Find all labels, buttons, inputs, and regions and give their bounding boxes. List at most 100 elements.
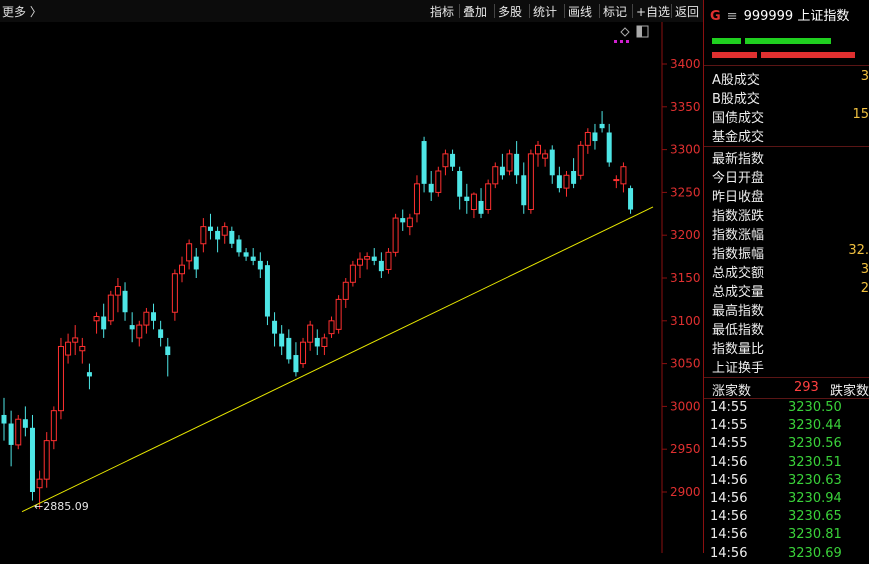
toolbar-button-2[interactable]: 多股 — [498, 3, 522, 20]
candle-body-down — [628, 188, 634, 210]
tick-price: 3230.56 — [788, 436, 842, 452]
candle-body-up — [584, 131, 591, 146]
low-price-annotation: ←2885.09 — [34, 500, 89, 513]
toolbar-separator — [494, 4, 495, 18]
row-label: 昨日收盘 — [712, 190, 765, 205]
row-label: 指数量比 — [712, 342, 765, 357]
toolbar-button-0[interactable]: 指标 — [430, 3, 454, 20]
g-badge[interactable]: G — [710, 9, 721, 24]
chart-toolbar: 更多 〉 指标 叠加 多股 统计 画线 标记 +自选 返回 — [0, 0, 703, 22]
candle-body-up — [535, 144, 541, 155]
candle-body-up — [435, 170, 442, 193]
trendline — [21, 206, 654, 513]
tick-price: 3230.94 — [788, 491, 842, 506]
candle-body-down — [215, 230, 221, 240]
row-label: 指数振幅 — [712, 247, 765, 262]
candle-body-up — [442, 153, 449, 168]
index-row: 上证换手 — [712, 357, 869, 376]
strength-bar-green-1 — [712, 38, 741, 44]
window-toggle-icon-fill — [637, 26, 642, 37]
breadth-row: 涨家数 293 跌家数 — [712, 380, 869, 399]
tick-time: 14:55 — [710, 418, 748, 434]
y-tick-label: 3300 — [670, 143, 701, 157]
tick-price: 3230.50 — [788, 400, 842, 415]
candle-body-up — [171, 273, 178, 313]
row-value: 3 — [860, 69, 869, 84]
toolbar-separator — [632, 4, 633, 18]
more-menu-button[interactable]: 更多 〉 — [2, 3, 42, 20]
candle-body-down — [457, 171, 463, 197]
candle-body-up — [620, 166, 627, 185]
row-label: 指数涨跌 — [712, 209, 765, 224]
index-row: 总成交额 3 — [712, 262, 869, 281]
toolbar-button-3[interactable]: 统计 — [533, 3, 557, 20]
candle-body-up — [186, 243, 193, 262]
candle-body-up — [492, 166, 499, 185]
toolbar-button-1[interactable]: 叠加 — [463, 3, 487, 20]
candle-body-up — [527, 153, 534, 211]
quote-panel: G ≡ 999999 上证指数 A股成交 3 B股成交 国债成交 15 基金成交 最新指数 今日… — [704, 0, 869, 561]
candle-body-down — [478, 200, 484, 214]
y-tick-label: 2950 — [670, 442, 701, 456]
tick-row: 14:55 3230.50 — [710, 400, 867, 418]
candle-body-up — [114, 286, 121, 296]
index-row: 指数振幅 32. — [712, 243, 869, 262]
tick-price: 3230.69 — [788, 545, 842, 561]
y-tick-label: 3150 — [670, 271, 701, 285]
candle-body-down — [101, 316, 107, 330]
candle-body-down — [29, 427, 35, 492]
diamond-icon — [620, 27, 630, 37]
candle-body-down — [293, 355, 299, 373]
candle-body-up — [335, 298, 342, 330]
toolbar-separator — [459, 4, 460, 18]
candle-body-down — [250, 256, 256, 261]
y-tick-label: 3100 — [670, 314, 701, 328]
candle-body-down — [378, 260, 384, 272]
divider — [704, 146, 869, 147]
row-label: B股成交 — [712, 92, 760, 107]
candle-body-up — [179, 264, 185, 275]
index-row: 总成交量 2 — [712, 281, 869, 300]
candle-body-up — [221, 226, 228, 236]
toolbar-button-7[interactable]: 返回 — [675, 3, 699, 20]
toolbar-button-4[interactable]: 画线 — [568, 3, 592, 20]
candlestick-chart[interactable]: 3400 3350 3300 3250 3200 3150 3100 3050 3000 2950… — [0, 22, 703, 553]
tick-time: 14:56 — [710, 491, 748, 506]
candle-body-down — [314, 337, 320, 347]
candle-body-up — [43, 440, 50, 480]
candle-body-down — [8, 423, 14, 445]
tick-price: 3230.51 — [788, 454, 842, 470]
tick-row: 14:56 3230.81 — [710, 527, 867, 545]
candle-body-down — [257, 260, 263, 270]
index-row: 最高指数 — [712, 300, 869, 319]
row-label: 最新指数 — [712, 152, 765, 167]
divider — [704, 377, 869, 378]
index-row: 昨日收盘 — [712, 186, 869, 205]
tick-row: 14:56 3230.94 — [710, 491, 867, 509]
toolbar-separator — [671, 4, 672, 18]
candle-body-down — [158, 329, 164, 338]
index-row: 今日开盘 — [712, 167, 869, 186]
candle-body-down — [22, 419, 28, 428]
candle-body-up — [321, 337, 328, 347]
y-tick-label: 3250 — [670, 185, 701, 199]
toolbar-button-5[interactable]: 标记 — [603, 3, 627, 20]
tick-time: 14:56 — [710, 509, 748, 525]
row-value: 2 — [860, 281, 869, 296]
strength-bar-green-2 — [745, 38, 831, 44]
stock-code: 999999 — [743, 9, 794, 24]
tick-price: 3230.44 — [788, 418, 842, 434]
candle-body-up — [307, 324, 314, 343]
stock-name: 上证指数 — [797, 9, 850, 24]
candle-body-up — [57, 345, 64, 412]
toolbar-button-6[interactable]: +自选 — [636, 3, 670, 20]
index-row: 最低指数 — [712, 319, 869, 338]
candle-body-up — [328, 320, 335, 335]
hamburger-icon[interactable]: ≡ — [727, 9, 738, 24]
candle-body-up — [349, 264, 356, 283]
tick-time: 14:56 — [710, 472, 748, 488]
candle-body-up — [342, 281, 349, 300]
candle-body-up — [392, 217, 399, 253]
candle-body-down — [264, 265, 270, 317]
y-tick-label: 2900 — [670, 485, 701, 499]
